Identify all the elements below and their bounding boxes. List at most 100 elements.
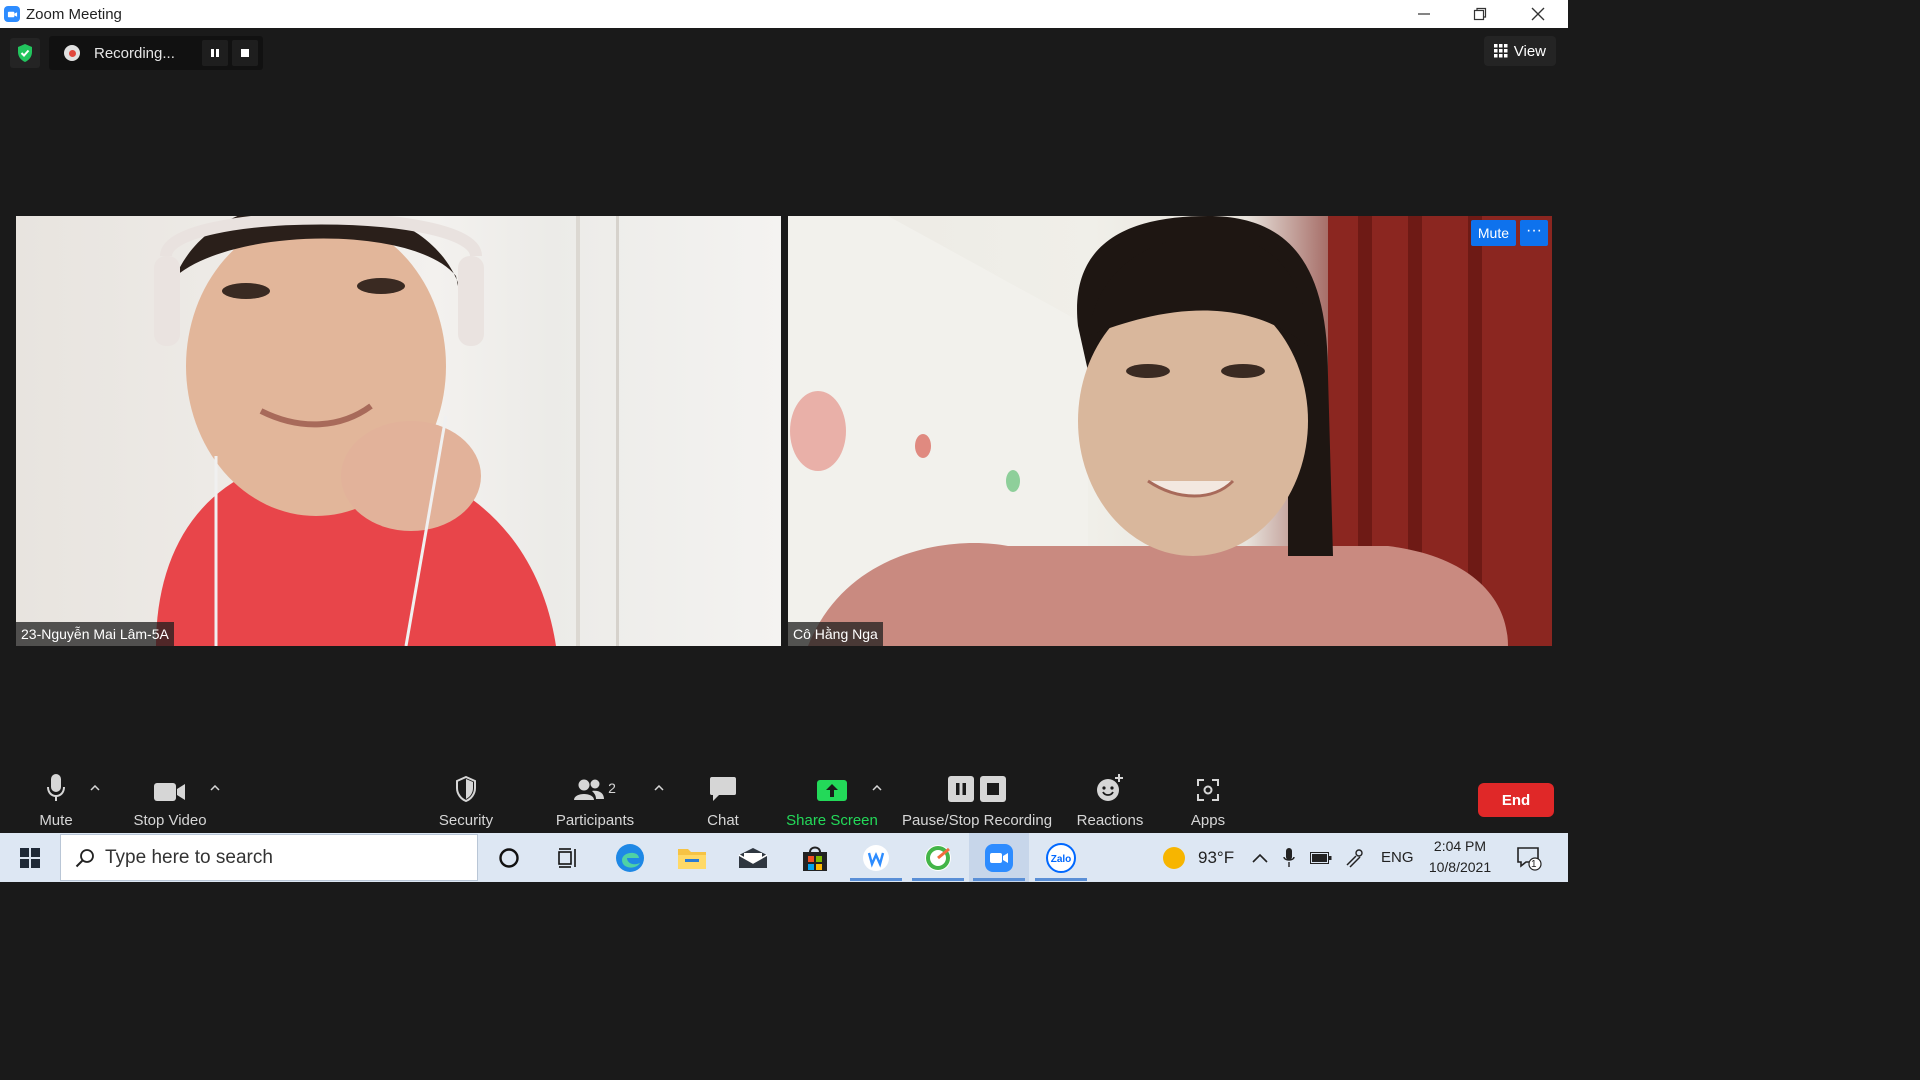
stop-video-button[interactable]: Stop Video	[126, 738, 214, 833]
task-view-button[interactable]	[538, 833, 598, 882]
store-icon	[803, 846, 827, 871]
input-language-indicator[interactable]: ENG	[1381, 833, 1414, 882]
participants-button[interactable]: 2 Participants	[552, 738, 638, 833]
chat-button[interactable]: Chat	[700, 738, 746, 833]
people-icon	[574, 779, 605, 800]
share-screen-label: Share Screen	[786, 812, 878, 829]
taskbar-search-box[interactable]: Type here to search	[60, 834, 478, 881]
taskbar-clock[interactable]: 2:04 PM 10/8/2021	[1420, 836, 1500, 878]
mute-participant-button[interactable]: Mute	[1470, 220, 1516, 246]
view-button[interactable]: View	[1483, 36, 1556, 66]
share-arrow-icon	[817, 780, 847, 801]
shield-check-icon[interactable]	[10, 38, 40, 68]
mute-button[interactable]: Mute	[28, 738, 84, 833]
zoom-app-icon	[985, 843, 1013, 872]
windows-start-icon	[20, 847, 40, 868]
chat-bubble-icon	[710, 777, 736, 801]
recording-panel: Recording...	[49, 36, 263, 70]
share-screen-button[interactable]: Share Screen	[786, 738, 878, 833]
minimize-button[interactable]	[1396, 0, 1452, 28]
chevron-up-icon	[210, 785, 220, 791]
security-button[interactable]: Security	[432, 738, 500, 833]
action-center-button[interactable]: 1	[1516, 833, 1542, 882]
microphone-tray-icon[interactable]	[1283, 833, 1295, 882]
chevron-up-icon	[90, 785, 100, 791]
restore-button[interactable]	[1452, 0, 1508, 28]
end-meeting-button[interactable]: End	[1478, 783, 1554, 817]
window-title: Zoom Meeting	[26, 5, 122, 23]
audio-options-caret[interactable]	[89, 782, 101, 794]
stop-video-label: Stop Video	[133, 812, 207, 829]
pause-recording-button[interactable]	[202, 40, 228, 66]
file-explorer-icon	[678, 848, 706, 869]
microphone-icon	[1283, 847, 1295, 867]
pause-icon	[211, 49, 219, 57]
search-placeholder: Type here to search	[105, 846, 273, 868]
participant-name-tag: Cô Hằng Nga	[788, 622, 883, 646]
mail-button[interactable]	[723, 833, 783, 882]
weather-icon	[1163, 846, 1185, 869]
network-icon	[1346, 848, 1363, 868]
show-hidden-icons-button[interactable]	[1252, 833, 1268, 882]
search-icon	[75, 848, 94, 867]
zalo-button[interactable]: Zalo	[1031, 833, 1091, 882]
browser-button[interactable]	[908, 833, 968, 882]
wps-button[interactable]	[846, 833, 906, 882]
close-button[interactable]	[1510, 0, 1566, 28]
video-tile[interactable]: 23-Nguyễn Mai Lâm-5A	[16, 216, 781, 646]
clock-date: 10/8/2021	[1428, 859, 1492, 875]
view-label: View	[1513, 42, 1546, 60]
network-tray-icon[interactable]	[1344, 833, 1364, 882]
notification-count: 1	[1531, 859, 1537, 870]
smile-plus-icon	[1097, 774, 1123, 801]
mail-icon	[738, 847, 768, 868]
zalo-icon: Zalo	[1046, 842, 1076, 873]
stop-recording-button[interactable]	[232, 40, 258, 66]
chevron-up-icon	[654, 785, 664, 791]
apps-icon	[1197, 779, 1219, 801]
windows-taskbar: Type here to search Zalo 93°F ENG 2:04 P…	[0, 833, 1568, 882]
video-options-caret[interactable]	[209, 782, 221, 794]
cortana-button[interactable]	[479, 833, 539, 882]
participants-options-caret[interactable]	[653, 782, 665, 794]
security-label: Security	[438, 812, 494, 829]
cortana-icon	[499, 847, 519, 868]
battery-tray-icon[interactable]	[1310, 833, 1332, 882]
chevron-up-icon	[872, 785, 882, 791]
participants-label: Participants	[555, 812, 635, 829]
store-button[interactable]	[785, 833, 845, 882]
chevron-up-icon	[1252, 853, 1268, 863]
reactions-button[interactable]: Reactions	[1074, 738, 1146, 833]
apps-label: Apps	[1190, 812, 1226, 829]
windows-start-button[interactable]	[0, 833, 60, 882]
reactions-label: Reactions	[1076, 812, 1144, 829]
edge-button[interactable]	[600, 833, 660, 882]
notification-icon	[1517, 846, 1542, 871]
battery-icon	[1310, 851, 1332, 864]
file-explorer-button[interactable]	[662, 833, 722, 882]
more-options-button[interactable]: ···	[1520, 220, 1548, 246]
clock-time: 2:04 PM	[1433, 838, 1487, 854]
edge-icon	[616, 843, 644, 872]
meeting-toolbar: Mute Stop Video Security 2 Participants …	[0, 738, 1568, 833]
pause-stop-recording-icon	[948, 776, 1006, 802]
pause-stop-recording-button[interactable]: Pause/Stop Recording	[900, 738, 1054, 833]
weather-widget[interactable]: 93°F	[1162, 833, 1234, 882]
grid-icon	[1493, 44, 1508, 58]
title-bar: Zoom Meeting	[0, 0, 1568, 28]
share-options-caret[interactable]	[871, 782, 883, 794]
stop-icon	[241, 49, 249, 57]
microphone-icon	[47, 774, 65, 801]
zoom-taskbar-button[interactable]	[969, 833, 1029, 882]
zoom-app-icon	[4, 6, 20, 22]
task-view-icon	[558, 847, 576, 868]
mute-label: Mute	[39, 812, 73, 829]
apps-button[interactable]: Apps	[1184, 738, 1232, 833]
recording-indicator-icon	[64, 45, 80, 61]
temperature: 93°F	[1198, 847, 1235, 867]
svg-text:Zalo: Zalo	[1051, 854, 1072, 865]
video-camera-icon	[154, 783, 185, 801]
language-label: ENG	[1381, 849, 1414, 866]
pause-stop-recording-label: Pause/Stop Recording	[901, 812, 1053, 829]
video-tile[interactable]: Mute ··· Cô Hằng Nga	[788, 216, 1552, 646]
